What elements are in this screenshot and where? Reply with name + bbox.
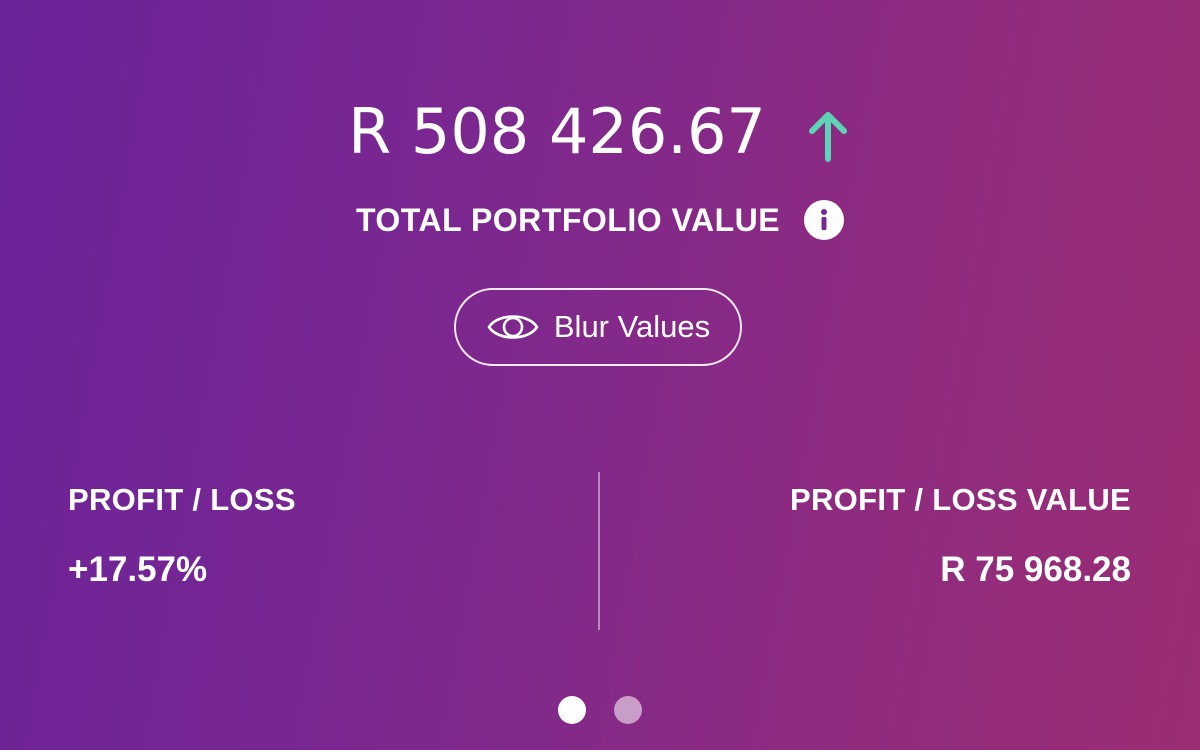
- total-portfolio-value: R 508 426.67: [348, 95, 766, 168]
- profit-loss-value-amount: R 75 968.28: [940, 550, 1131, 589]
- stats-divider: [598, 472, 600, 630]
- portfolio-summary-card: R 508 426.67 TOTAL PORTFOLIO VALUE Blur …: [0, 0, 1200, 750]
- info-glyph-icon: [821, 209, 828, 230]
- blur-values-label: Blur Values: [553, 309, 711, 344]
- total-portfolio-value-label: TOTAL PORTFOLIO VALUE: [355, 201, 781, 238]
- profit-loss-percentage: +17.57%: [68, 550, 208, 589]
- info-icon[interactable]: [804, 200, 845, 240]
- profit-loss-stat: PROFIT / LOSS +17.57%: [68, 480, 296, 592]
- page-dot-2[interactable]: [614, 696, 642, 724]
- page-dot-1[interactable]: [558, 696, 586, 724]
- portfolio-value-row: R 508 426.67: [0, 92, 1200, 172]
- page-indicator: [0, 696, 1200, 724]
- blur-values-button[interactable]: Blur Values: [454, 288, 742, 366]
- portfolio-label-row: TOTAL PORTFOLIO VALUE: [0, 200, 1200, 240]
- profit-loss-value-label: PROFIT / LOSS VALUE: [790, 482, 1131, 517]
- eye-icon: [487, 315, 539, 339]
- arrow-up-icon: [808, 112, 847, 162]
- profit-loss-value-stat: PROFIT / LOSS VALUE R 75 968.28: [790, 480, 1131, 592]
- profit-loss-label: PROFIT / LOSS: [68, 482, 296, 517]
